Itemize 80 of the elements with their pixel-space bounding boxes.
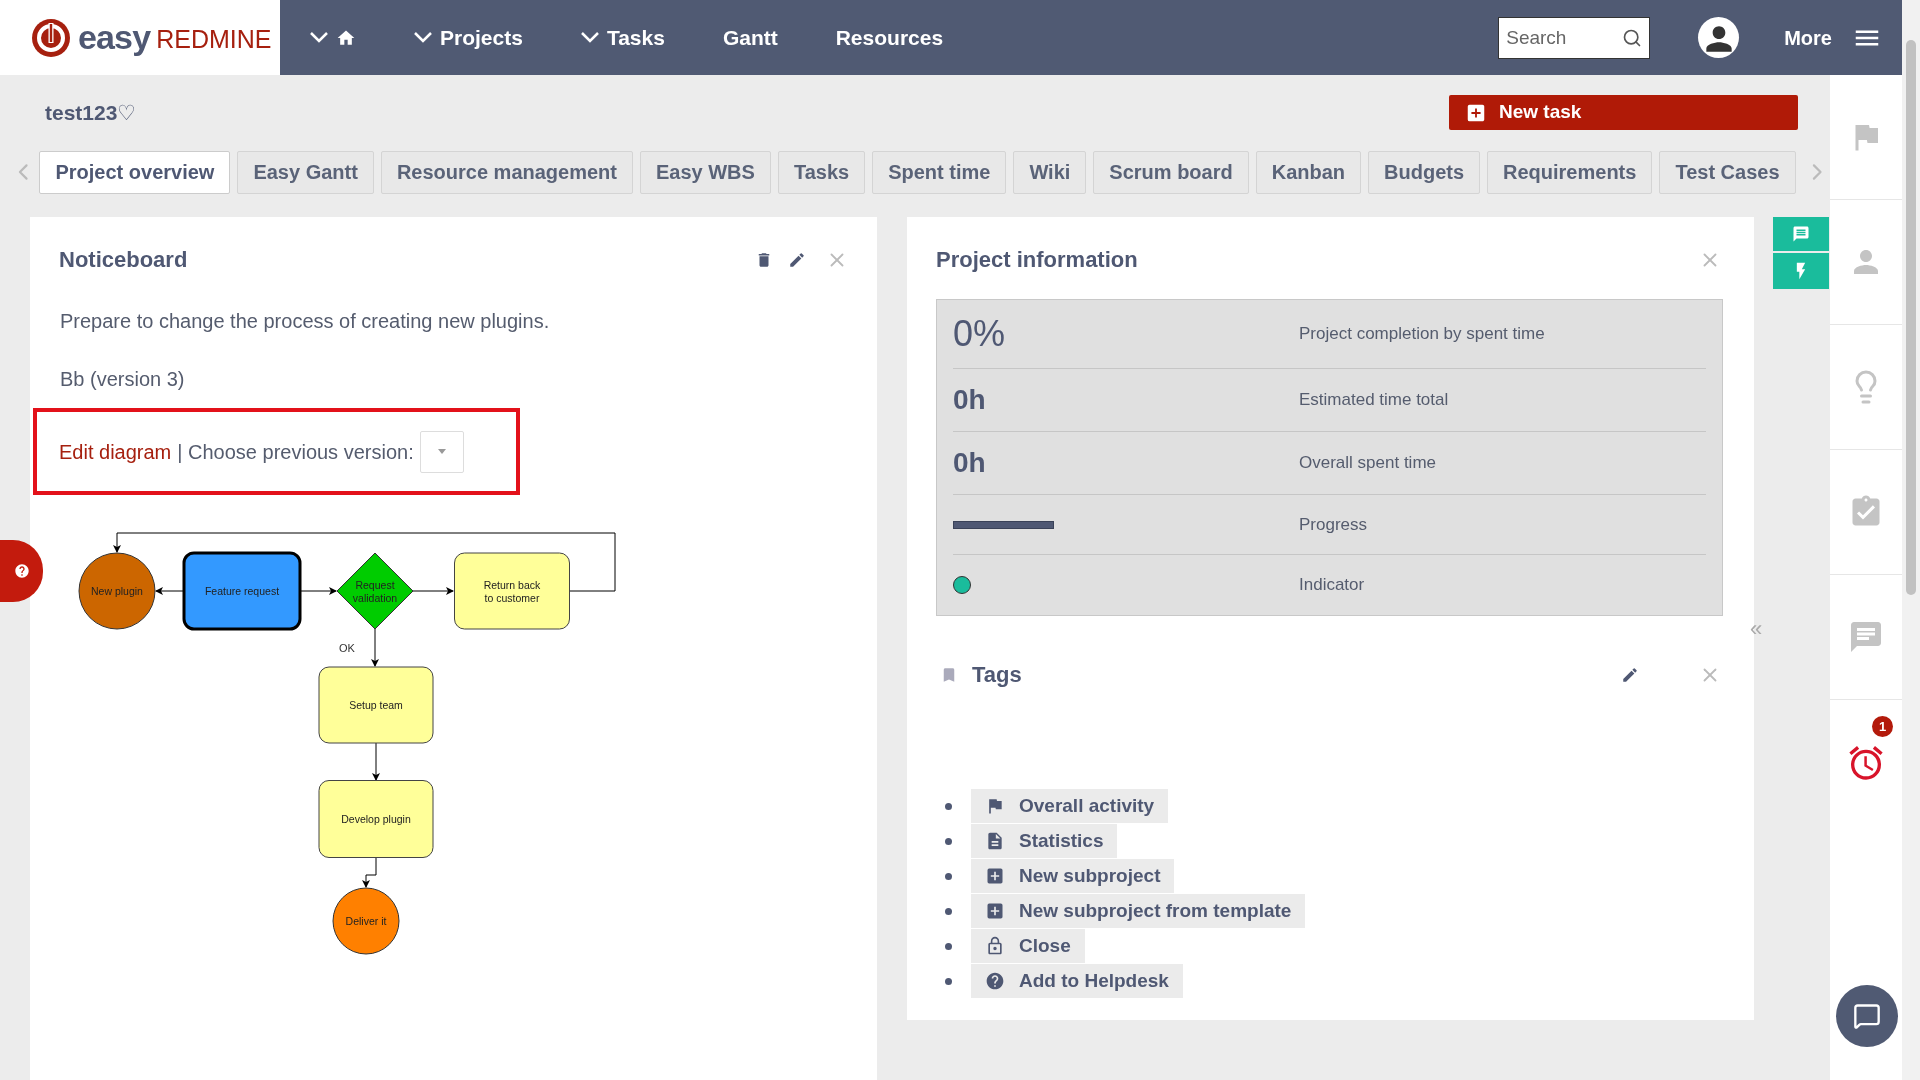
logo-text: REDMINE [156, 23, 272, 55]
info-value: 0h [953, 447, 986, 478]
nav-item[interactable]: Resources [835, 21, 944, 54]
arrow [371, 628, 379, 667]
action-link[interactable]: Add to Helpdesk [971, 964, 1183, 998]
favorite-heart[interactable]: ♡ [117, 96, 137, 129]
action-link[interactable]: New subproject [971, 859, 1175, 893]
tab[interactable]: Easy Gantt [237, 150, 374, 194]
info-label: Indicator [1299, 574, 1365, 597]
rounded-rectangle-node: Feature request [182, 551, 302, 631]
circle-node: Deliver it [332, 887, 400, 955]
more-button[interactable]: More [1784, 22, 1832, 53]
action-link[interactable]: Overall activity [971, 789, 1169, 823]
circle-node: New plugin [78, 552, 156, 630]
flash-button[interactable] [1773, 253, 1829, 289]
diamond-node: Request validation [336, 552, 414, 630]
logo-text: easy [78, 17, 151, 58]
tab[interactable]: Tasks [777, 150, 866, 194]
notification-badge: 1 [1872, 716, 1893, 737]
card-title: Noticeboard [59, 246, 188, 274]
caret-icon [437, 449, 446, 454]
logo-icon [30, 16, 72, 59]
bullet-icon [945, 837, 952, 845]
tab[interactable]: Requirements [1487, 150, 1653, 194]
arrow [372, 742, 380, 781]
rounded-rectangle-node: Setup team [318, 666, 434, 744]
note-button[interactable] [1773, 217, 1829, 251]
action-link[interactable]: Close [971, 929, 1085, 963]
bullet-icon [945, 802, 952, 810]
search-field[interactable]: Search [1498, 16, 1651, 59]
arrow [362, 857, 377, 888]
tab[interactable]: Wiki [1013, 150, 1087, 194]
nav-item[interactable]: Tasks [580, 21, 665, 54]
action-link[interactable]: New subproject from template [971, 894, 1306, 928]
tab[interactable]: Kanban [1255, 150, 1362, 194]
edit-diagram-link[interactable]: Edit diagram [59, 436, 172, 467]
tab[interactable]: Budgets [1368, 150, 1481, 194]
message-icon [1792, 225, 1810, 243]
nav-item[interactable]: Gantt [722, 21, 778, 54]
edge-label: OK [339, 642, 355, 654]
rounded-rectangle-node: Develop plugin [318, 780, 434, 858]
tab[interactable]: Spent time [872, 150, 1007, 194]
card-title: Tags [972, 661, 1022, 689]
pencil-icon[interactable] [788, 250, 806, 269]
new-task-button[interactable]: New task [1449, 95, 1798, 130]
bullet-icon [945, 942, 952, 950]
notice-text: Prepare to change the process of creating new plugins. [60, 309, 551, 334]
pencil-icon[interactable] [1621, 665, 1639, 684]
info-label: Overall spent time [1299, 452, 1436, 475]
document-icon [985, 831, 1005, 851]
avatar[interactable] [1698, 17, 1740, 58]
scrollbar-thumb[interactable] [1906, 40, 1916, 595]
project-title: test123 [45, 99, 118, 126]
chevron-down-icon [310, 32, 328, 43]
question-icon [985, 971, 1005, 991]
action-link[interactable]: Statistics [971, 824, 1118, 858]
bullet-icon [945, 872, 952, 880]
card-title: Project information [936, 246, 1138, 274]
info-value: 0% [953, 313, 1006, 354]
bullet-icon [945, 977, 952, 985]
info-label: Project completion by spent time [1299, 323, 1545, 346]
tab[interactable]: Test Cases [1659, 150, 1796, 194]
bullet-icon [945, 907, 952, 915]
chat-icon[interactable] [1848, 619, 1884, 655]
question-icon [13, 563, 30, 579]
nav-item[interactable]: Projects [414, 21, 523, 54]
tab[interactable]: Easy WBS [639, 150, 771, 194]
rounded-rectangle-node: Return back to customer [454, 552, 570, 630]
chat-icon [1853, 1002, 1881, 1030]
tab[interactable]: Resource management [380, 150, 633, 194]
choose-version-label: | Choose previous version: [177, 439, 414, 465]
version-text: Bb (version 3) [60, 367, 186, 392]
info-label: Progress [1299, 513, 1368, 536]
info-label: Estimated time total [1299, 389, 1449, 412]
info-value: 0h [953, 384, 986, 415]
tab[interactable]: Project overview [39, 150, 231, 194]
search-icon[interactable] [1622, 27, 1643, 48]
lock-icon [985, 936, 1005, 956]
version-select[interactable] [419, 430, 464, 473]
tab[interactable]: Scrum board [1093, 150, 1249, 194]
